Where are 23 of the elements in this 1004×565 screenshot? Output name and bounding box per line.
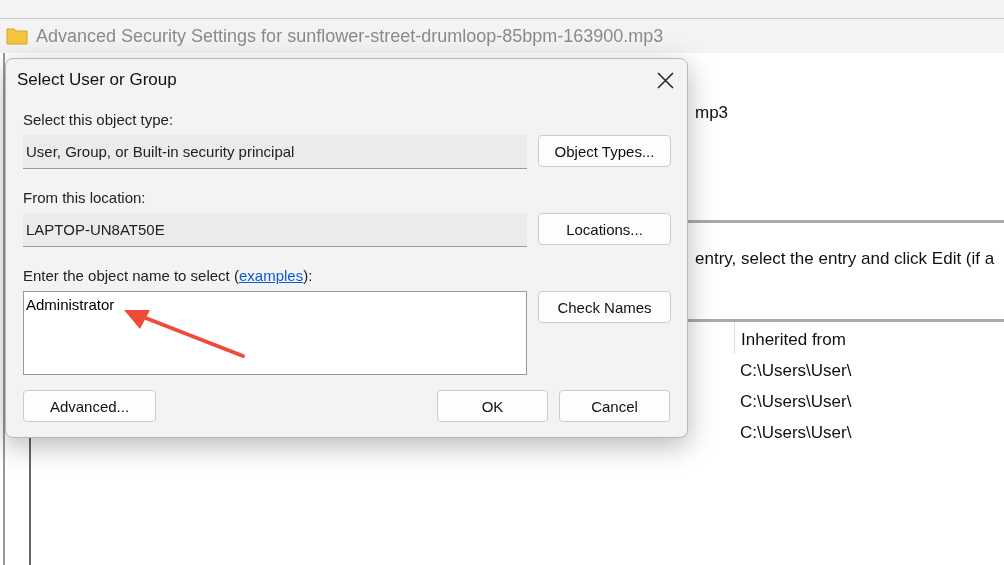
table-cell-text: C:\Users\User\ <box>739 360 853 382</box>
examples-link[interactable]: examples <box>238 267 304 284</box>
column-header[interactable]: Inherited from <box>734 322 1004 354</box>
dialog-button[interactable]: Object Types... <box>538 135 671 167</box>
instruction-text: entry, select the entry and click Edit (if a <box>695 249 995 268</box>
table-cell-text: C:\Users\User\ <box>739 422 853 444</box>
dialog-button[interactable]: Advanced... <box>23 390 156 422</box>
table-cell-text: C:\Users\User\ <box>739 391 853 413</box>
dialog-button[interactable]: Locations... <box>538 213 671 245</box>
dialog-button[interactable]: OK <box>437 390 548 422</box>
dialog-title: Select User or Group <box>17 70 177 90</box>
readonly-field: LAPTOP-UN8AT50E <box>23 213 527 247</box>
window-title: Advanced Security Settings for sunflower-street-drumloop-85bpm-163900.mp3 <box>36 25 664 47</box>
close-icon <box>657 71 674 89</box>
folder-icon <box>6 27 28 45</box>
field-label: From this location: <box>23 189 146 207</box>
object-name-field[interactable]: Administrator <box>23 291 527 375</box>
dialog-button[interactable]: Cancel <box>559 390 670 422</box>
field-label: Enter the object name to select (examples): <box>23 267 313 285</box>
file-name-text: mp3 <box>695 103 729 122</box>
field-label: Select this object type: <box>23 111 174 129</box>
check-names-button[interactable]: Check Names <box>538 291 671 323</box>
readonly-field: User, Group, or Built-in security principal <box>23 135 527 169</box>
